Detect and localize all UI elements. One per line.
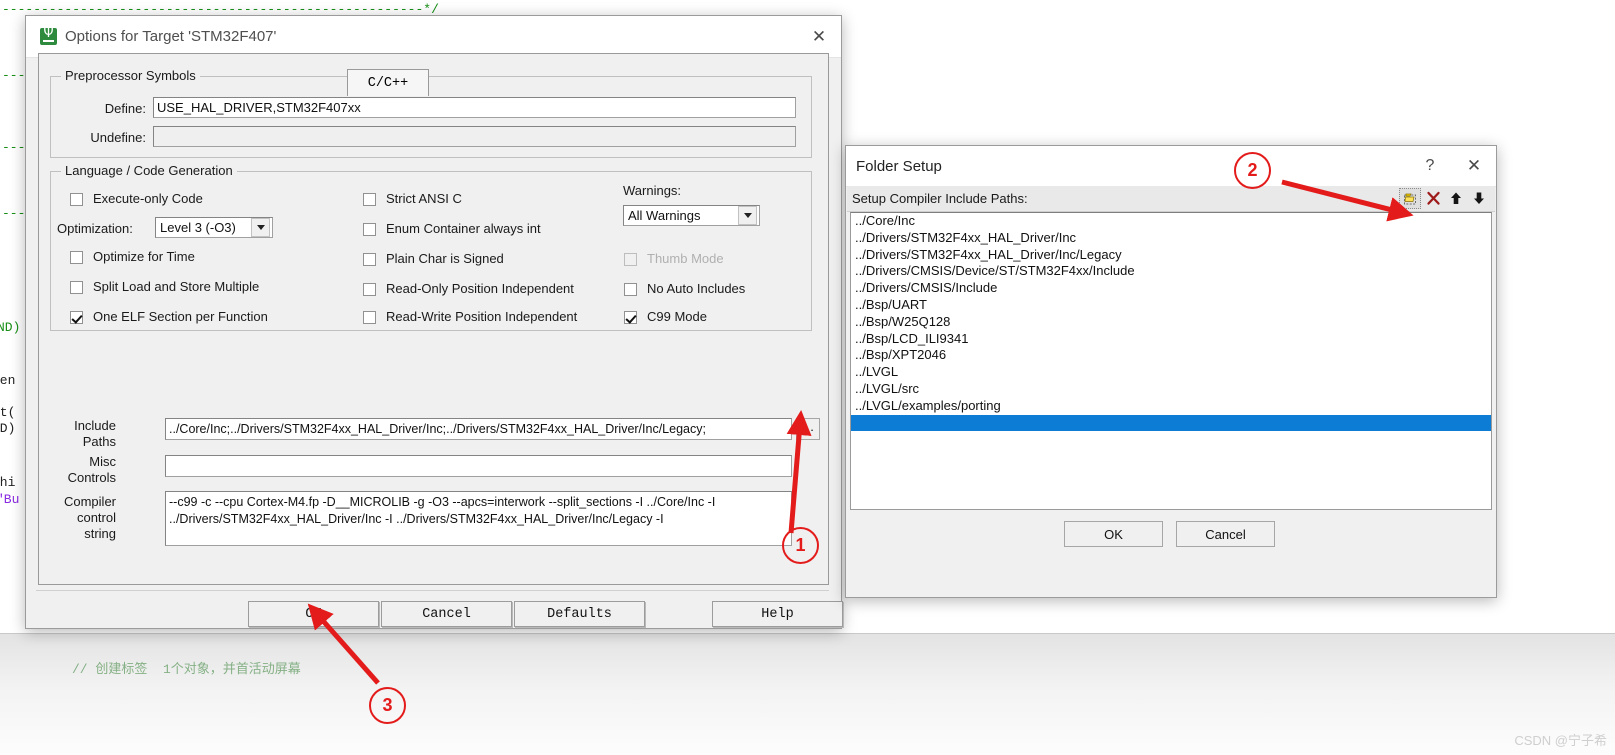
annotation-arrows xyxy=(307,179,1414,685)
step-marker-1: 1 xyxy=(782,527,819,564)
arrow-to-new-folder-button xyxy=(1281,179,1414,222)
step-marker-2: 2 xyxy=(1234,152,1271,189)
step-marker-3: 3 xyxy=(369,687,406,724)
arrow-to-ok-button xyxy=(307,603,380,685)
arrow-to-browse-button xyxy=(786,410,812,534)
